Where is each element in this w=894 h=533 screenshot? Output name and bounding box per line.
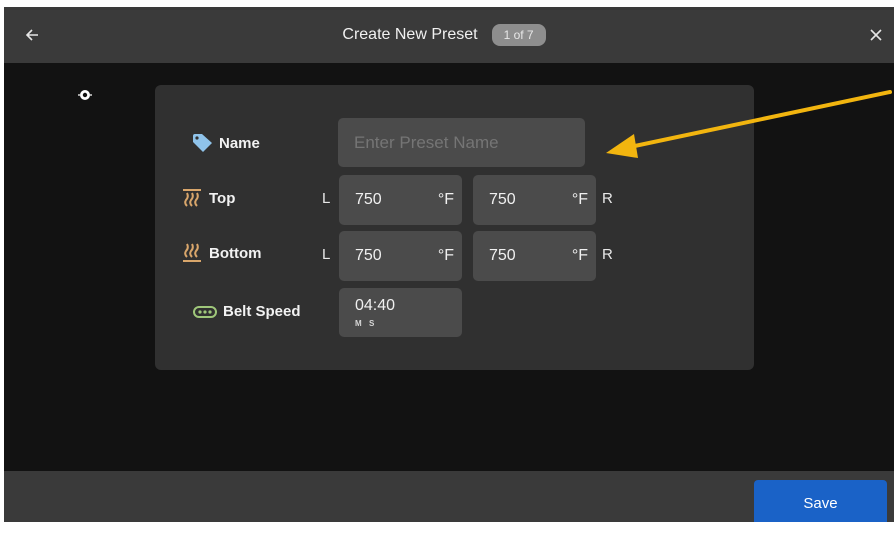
belt-seconds-label: S [369,319,375,328]
bottom-right-letter: R [602,246,613,263]
top-label: Top [209,189,236,207]
belt-row-label: Belt Speed [193,303,301,320]
top-right-unit: °F [571,191,588,208]
tag-icon [193,134,212,152]
heat-bottom-icon [183,243,201,262]
conveyor-belt-icon [193,305,217,318]
bottom-row-label: Bottom [181,242,262,264]
belt-speed-value: 04:40 [355,297,396,314]
top-row-label: Top [181,187,235,209]
bottom-right-temp-field[interactable]: 750 °F [473,231,596,281]
belt-speed-label: Belt Speed [223,303,301,320]
arrow-left-icon [25,29,38,41]
name-row-label: Name [191,133,260,153]
top-right-temp-field[interactable]: 750 °F [473,175,596,225]
page-title: Create New Preset [342,26,478,43]
belt-minutes-label: M [355,319,362,328]
bottom-left-letter: L [322,246,331,263]
top-left-temp-field[interactable]: 750 °F [339,175,462,225]
top-right-temp-value: 750 [489,191,516,208]
annotation-arrow [606,90,892,158]
heat-top-icon [183,189,201,207]
close-button[interactable] [864,23,888,47]
bottom-left-unit: °F [437,247,454,264]
save-button[interactable]: Save [754,480,887,522]
status-eye-icon [78,90,92,100]
name-label: Name [219,134,260,152]
step-badge: 1 of 7 [491,24,546,46]
top-left-temp-value: 750 [355,191,382,208]
bottom-label: Bottom [209,244,262,262]
bottom-right-unit: °F [571,247,588,264]
top-left-letter: L [322,190,331,207]
bottom-right-temp-value: 750 [489,247,516,264]
preset-name-input[interactable] [338,118,585,167]
back-button[interactable] [20,23,44,47]
header-bar: Create New Preset 1 of 7 [4,7,894,63]
top-left-unit: °F [437,191,454,208]
bottom-left-temp-field[interactable]: 750 °F [339,231,462,281]
belt-speed-field[interactable]: 04:40 M S [339,288,462,337]
close-icon [870,29,882,41]
top-right-letter: R [602,190,613,207]
bottom-left-temp-value: 750 [355,247,382,264]
